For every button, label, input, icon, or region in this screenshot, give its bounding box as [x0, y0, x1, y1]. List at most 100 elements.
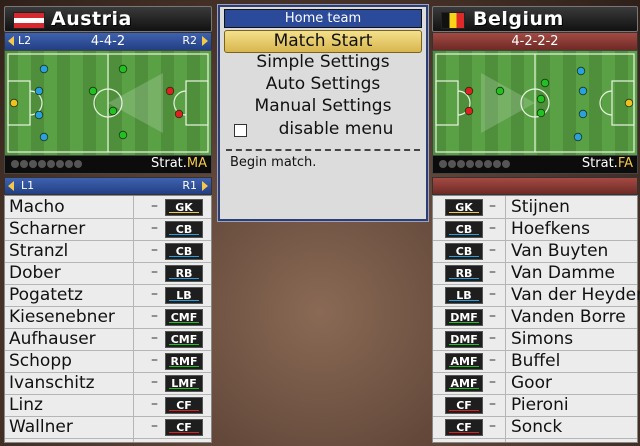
player-row[interactable]: Kiesenebner – CMF [5, 306, 211, 329]
match-menu: Home team Match Start Simple Settings Au… [218, 5, 428, 221]
disable-menu-row[interactable]: disable menu [224, 119, 422, 140]
dash-separator: – [151, 220, 158, 236]
dash-separator: – [151, 198, 158, 214]
player-row[interactable]: Van Damme – RB [433, 262, 637, 285]
away-pitch-lines [435, 53, 635, 153]
dash-separator: – [151, 374, 158, 390]
l1-button-label[interactable]: L1 [21, 179, 34, 192]
dash-separator: – [489, 308, 496, 324]
player-marker [464, 106, 474, 116]
match-start-option[interactable]: Match Start [224, 30, 422, 53]
player-name: Buffel [511, 351, 561, 371]
position-badge: CF [165, 397, 203, 414]
player-row[interactable]: Van Buyten – CB [433, 240, 637, 263]
position-badge: DMF [445, 331, 483, 348]
position-badge: RB [445, 265, 483, 282]
away-team-header: Belgium [432, 6, 638, 32]
player-marker [34, 110, 44, 120]
player-row[interactable]: Simons – DMF [433, 328, 637, 351]
home-team-header: Austria [4, 6, 212, 32]
player-name: Van Buyten [511, 241, 609, 261]
next-formation-arrow-icon[interactable] [202, 36, 208, 46]
next-list-arrow-icon[interactable] [202, 181, 208, 191]
player-row[interactable]: Macho – GK [5, 196, 211, 219]
dash-separator: – [151, 308, 158, 324]
player-marker [624, 98, 634, 108]
position-badge: RMF [165, 353, 203, 370]
player-row[interactable]: Sonck – CF [433, 416, 637, 439]
player-name: Schopp [9, 351, 72, 371]
home-pitch[interactable] [4, 50, 212, 156]
player-row[interactable]: Aufhauser – CMF [5, 328, 211, 351]
prev-list-arrow-icon[interactable] [8, 181, 14, 191]
position-badge: AMF [445, 353, 483, 370]
home-strategy-label: Strat.MA [151, 156, 207, 171]
belgium-flag-icon [441, 12, 465, 29]
away-roster-header [432, 177, 638, 195]
player-marker [34, 86, 44, 96]
player-marker [495, 86, 505, 96]
player-name: Sonck [511, 417, 563, 437]
player-marker [174, 109, 184, 119]
position-badge: LB [445, 287, 483, 304]
austria-flag-icon [13, 12, 45, 29]
position-badge: CF [165, 419, 203, 436]
away-formation-label: 4-2-2-2 [511, 34, 559, 49]
player-name: Aufhauser [9, 329, 96, 349]
position-badge: LB [165, 287, 203, 304]
r1-button-label[interactable]: R1 [182, 179, 197, 192]
dash-separator: – [151, 264, 158, 280]
player-row[interactable]: Pogatetz – LB [5, 284, 211, 307]
home-formation-bar[interactable]: L2 4-4-2 R2 [4, 32, 212, 51]
player-row[interactable]: Buffel – AMF [433, 350, 637, 373]
position-badge: CB [445, 221, 483, 238]
disable-menu-checkbox[interactable] [234, 124, 247, 137]
player-name: Simons [511, 329, 574, 349]
player-marker [165, 86, 175, 96]
away-team-name: Belgium [473, 8, 564, 30]
player-row[interactable]: Van der Heyden – LB [433, 284, 640, 307]
player-marker [118, 64, 128, 74]
simple-settings-option[interactable]: Simple Settings [224, 52, 422, 73]
away-strategy-dots [439, 160, 510, 168]
player-row[interactable]: Dober – RB [5, 262, 211, 285]
home-strategy-bar: Strat.MA [4, 155, 212, 174]
player-row[interactable]: Goor – AMF [433, 372, 637, 395]
position-badge: GK [165, 199, 203, 216]
home-strategy-dots [11, 160, 82, 168]
player-name: Van der Heyden [511, 285, 640, 305]
dash-separator: – [489, 264, 496, 280]
player-row[interactable]: Stranzl – CB [5, 240, 211, 263]
player-name: Dober [9, 263, 61, 283]
manual-settings-option[interactable]: Manual Settings [224, 96, 422, 117]
player-marker [464, 86, 474, 96]
auto-settings-option[interactable]: Auto Settings [224, 74, 422, 95]
player-row[interactable]: Schopp – RMF [5, 350, 211, 373]
player-name: Linz [9, 395, 43, 415]
r2-button-label[interactable]: R2 [182, 34, 197, 47]
away-pitch [432, 50, 638, 156]
home-pitch-lines [7, 53, 209, 153]
dash-separator: – [489, 330, 496, 346]
player-row[interactable]: Stijnen – GK [433, 196, 637, 219]
position-badge: GK [445, 199, 483, 216]
player-name: Pogatetz [9, 285, 83, 305]
player-marker [9, 98, 19, 108]
player-marker [578, 109, 588, 119]
away-strategy-label: Strat.FA [581, 156, 633, 171]
disable-menu-label: disable menu [278, 119, 394, 139]
player-row[interactable]: Vanden Borre – DMF [433, 306, 637, 329]
away-formation-bar: 4-2-2-2 [432, 32, 638, 51]
menu-separator [226, 149, 420, 151]
player-marker [540, 78, 550, 88]
dash-separator: – [151, 330, 158, 346]
player-row[interactable]: Scharner – CB [5, 218, 211, 241]
position-badge: CB [165, 243, 203, 260]
position-badge: RB [165, 265, 203, 282]
home-roster-header[interactable]: L1 R1 [4, 177, 212, 195]
player-row[interactable]: Pieroni – CF [433, 394, 637, 417]
player-row[interactable]: Hoefkens – CB [433, 218, 637, 241]
player-row[interactable]: Wallner – CF [5, 416, 211, 439]
player-row[interactable]: Linz – CF [5, 394, 211, 417]
player-row[interactable]: Ivanschitz – LMF [5, 372, 211, 395]
